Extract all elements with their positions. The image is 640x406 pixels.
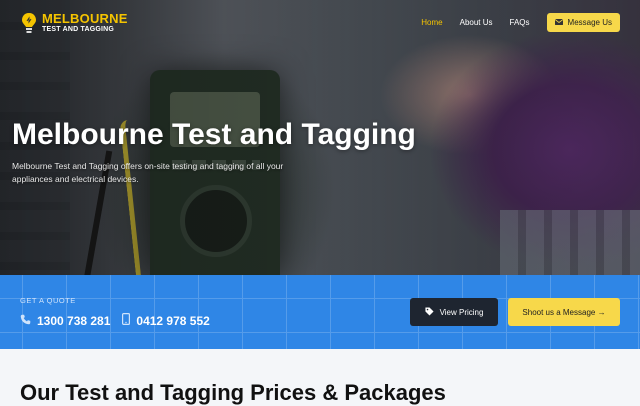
site-logo[interactable]: MELBOURNE TEST AND TAGGING	[20, 12, 128, 34]
phone-icon	[20, 314, 31, 328]
top-navigation: MELBOURNE TEST AND TAGGING Home About Us…	[0, 0, 640, 45]
hero-description: Melbourne Test and Tagging offers on-sit…	[12, 161, 284, 184]
message-us-button[interactable]: Message Us	[546, 13, 620, 32]
phone-number-mobile: 0412 978 552	[136, 313, 210, 328]
hero-section: MELBOURNE TEST AND TAGGING Home About Us…	[0, 0, 640, 275]
mobile-icon	[122, 313, 131, 328]
nav-link-faqs[interactable]: FAQs	[510, 18, 530, 27]
pricing-section-title: Our Test and Tagging Prices & Packages	[20, 380, 446, 405]
envelope-icon	[554, 18, 563, 27]
nav-link-about-us[interactable]: About Us	[460, 18, 493, 27]
logo-tagline: TEST AND TAGGING	[42, 26, 115, 33]
lightbulb-icon	[20, 12, 38, 34]
view-pricing-button[interactable]: View Pricing	[410, 298, 498, 326]
phone-numbers: 1300 738 281 0412 978 552	[20, 313, 210, 328]
logo-name: MELBOURNE	[42, 11, 128, 26]
phone-number-landline: 1300 738 281	[37, 313, 111, 328]
view-pricing-label: View Pricing	[439, 307, 484, 317]
hero-title: Melbourne Test and Tagging	[12, 118, 416, 151]
shoot-message-label: Shoot us a Message →	[522, 307, 606, 317]
shoot-message-button[interactable]: Shoot us a Message →	[508, 298, 620, 326]
nav-link-home[interactable]: Home	[421, 18, 442, 27]
message-us-label: Message Us	[567, 18, 612, 27]
phone-link-mobile[interactable]: 0412 978 552	[122, 313, 210, 328]
tag-icon	[425, 306, 434, 318]
nav-links: Home About Us FAQs Message Us	[404, 13, 620, 32]
quote-label: GET A QUOTE	[20, 296, 76, 305]
phone-link-landline[interactable]: 1300 738 281	[20, 314, 110, 328]
